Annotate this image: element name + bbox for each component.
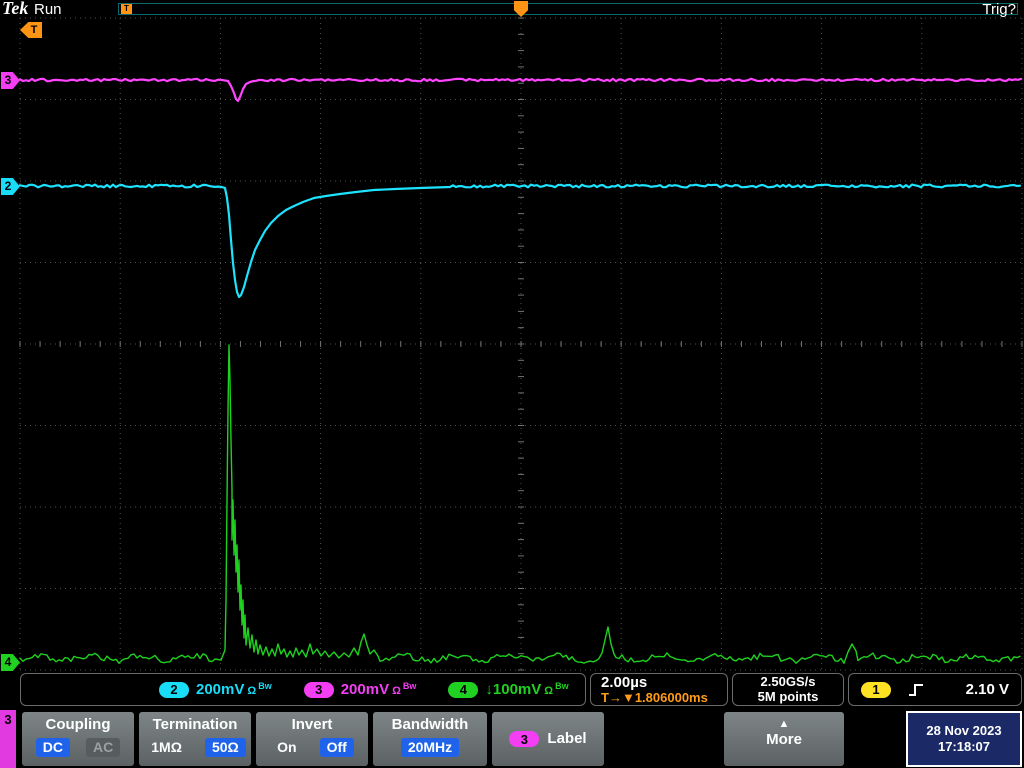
- channel-2-badge: 2: [159, 681, 189, 698]
- channel-readout-box: 2 200mV Ω Bw 3 200mV Ω Bw 4 ↓100mV Ω Bw: [20, 673, 586, 706]
- up-arrow-icon: ▲: [778, 718, 790, 730]
- channel-3-readout: 3 200mV Ω Bw: [303, 681, 417, 698]
- channel-3-menu-tab: 3: [0, 710, 16, 768]
- invert-button[interactable]: Invert On Off: [256, 712, 368, 766]
- coupling-ac-option[interactable]: AC: [86, 738, 121, 757]
- channel-4-scale: ↓100mV Ω Bw: [485, 681, 569, 698]
- label-title: Label: [547, 730, 587, 747]
- label-button[interactable]: 3 Label: [492, 712, 604, 766]
- ohm-icon: Ω: [247, 685, 257, 697]
- time-value: 17:18:07: [937, 739, 991, 754]
- termination-title: Termination: [152, 716, 238, 733]
- ohm-icon: Ω: [544, 685, 554, 697]
- ohm-icon: Ω: [392, 685, 401, 697]
- date-value: 28 Nov 2023: [926, 723, 1002, 738]
- record-length-value: 5M points: [757, 689, 819, 704]
- timebase-value: 2.00µs: [601, 673, 648, 691]
- bandwidth-limit-icon: Bw: [402, 681, 417, 691]
- invert-off-option[interactable]: Off: [319, 738, 354, 757]
- channel-3-scale: 200mV Ω Bw: [340, 681, 417, 698]
- trigger-level-value: 2.10 V: [965, 681, 1009, 698]
- rising-edge-icon: [909, 683, 923, 696]
- channel-3-badge: 3: [303, 681, 334, 698]
- channel-3-badge: 3: [509, 731, 540, 747]
- channel-2-readout: 2 200mV Ω Bw: [159, 681, 272, 698]
- expansion-point-icon: ▼: [621, 689, 635, 705]
- channel-4-readout: 4 ↓100mV Ω Bw: [448, 681, 569, 698]
- coupling-dc-option[interactable]: DC: [35, 738, 70, 757]
- bandwidth-limit-icon: Bw: [258, 681, 272, 691]
- more-button[interactable]: ▲ More: [724, 712, 844, 766]
- termination-50ohm-option[interactable]: 50Ω: [204, 738, 246, 757]
- coupling-button[interactable]: Coupling DC AC: [22, 712, 134, 766]
- trigger-readout-box: 1 2.10 V: [848, 673, 1022, 706]
- waveform-display: [18, 17, 1023, 671]
- record-trigger-marker[interactable]: T: [121, 4, 132, 14]
- coupling-title: Coupling: [45, 716, 111, 733]
- termination-button[interactable]: Termination 1MΩ 50Ω: [139, 712, 251, 766]
- trigger-status: Trig?: [982, 1, 1016, 18]
- datetime-display: 28 Nov 2023 17:18:07: [906, 711, 1022, 767]
- bandwidth-limit-icon: Bw: [555, 681, 569, 691]
- invert-title: Invert: [291, 716, 333, 733]
- channel-1-badge: 1: [861, 681, 891, 698]
- trigger-delay-value: T→▼1.806000ms: [601, 689, 708, 705]
- channel-2-scale: 200mV Ω Bw: [196, 681, 272, 698]
- bandwidth-button[interactable]: Bandwidth 20MHz: [373, 712, 487, 766]
- record-view-bar: [118, 3, 1018, 15]
- arrow-right-icon: →: [608, 689, 622, 705]
- more-title: More: [766, 731, 802, 748]
- sample-rate-value: 2.50GS/s: [760, 674, 816, 689]
- tek-logo: Tek: [2, 0, 29, 18]
- invert-on-option[interactable]: On: [270, 738, 303, 757]
- acquisition-readout-box: 2.50GS/s 5M points: [732, 673, 844, 706]
- horizontal-readout-box: 2.00µs T→▼1.806000ms: [590, 673, 728, 706]
- bandwidth-value[interactable]: 20MHz: [400, 738, 460, 757]
- acquisition-status: Run: [34, 1, 62, 18]
- channel-4-badge: 4: [448, 681, 479, 698]
- oscilloscope-screen: Tek Run T Trig? T 3 2 4 2 200mV Ω Bw 3 200…: [0, 0, 1024, 768]
- bandwidth-title: Bandwidth: [391, 716, 469, 733]
- termination-1mohm-option[interactable]: 1MΩ: [144, 738, 189, 757]
